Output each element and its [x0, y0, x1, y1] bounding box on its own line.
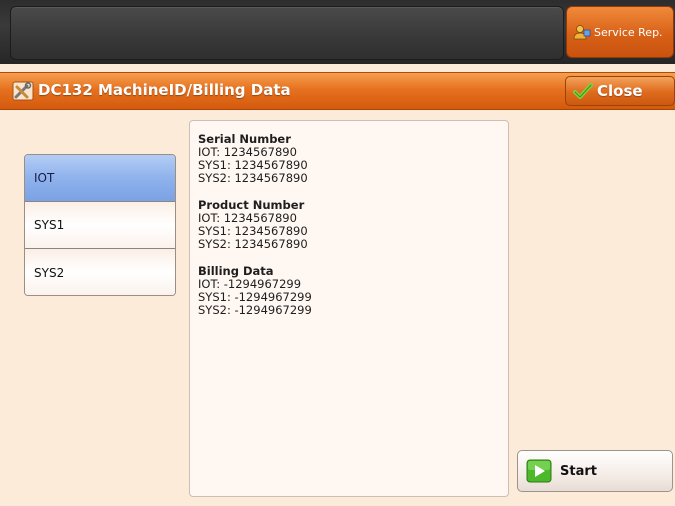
- checkmark-icon: [573, 82, 593, 100]
- machine-info-panel: Serial Number IOT: 1234567890 SYS1: 1234…: [189, 120, 509, 497]
- message-area: [10, 6, 564, 60]
- serial-number-section: Serial Number IOT: 1234567890 SYS1: 1234…: [198, 133, 508, 185]
- tools-icon: [12, 81, 34, 101]
- info-line: SYS2: 1234567890: [198, 237, 308, 251]
- info-line: SYS2: 1234567890: [198, 171, 308, 185]
- close-button[interactable]: Close: [565, 76, 675, 106]
- start-button[interactable]: Start: [517, 450, 673, 492]
- product-number-section: Product Number IOT: 1234567890 SYS1: 123…: [198, 199, 508, 251]
- top-status-bar: Service Rep.: [0, 0, 675, 64]
- tab-sys1[interactable]: SYS1: [25, 202, 175, 249]
- service-rep-label: Service Rep.: [594, 25, 663, 39]
- tab-iot[interactable]: IOT: [25, 155, 175, 202]
- start-label: Start: [560, 463, 597, 479]
- title-bar: DC132 MachineID/Billing Data Close: [0, 72, 675, 110]
- service-rep-button[interactable]: Service Rep.: [566, 6, 674, 58]
- close-label: Close: [597, 82, 643, 100]
- tab-label: IOT: [34, 171, 55, 185]
- play-icon: [526, 459, 552, 483]
- component-tab-list: IOT SYS1 SYS2: [24, 154, 176, 296]
- service-rep-icon: [573, 24, 591, 40]
- page-title: DC132 MachineID/Billing Data: [38, 81, 291, 99]
- billing-data-section: Billing Data IOT: -1294967299 SYS1: -129…: [198, 265, 508, 317]
- tab-label: SYS1: [34, 218, 65, 232]
- tab-sys2[interactable]: SYS2: [25, 249, 175, 295]
- info-line: SYS2: -1294967299: [198, 303, 312, 317]
- tab-label: SYS2: [34, 265, 65, 280]
